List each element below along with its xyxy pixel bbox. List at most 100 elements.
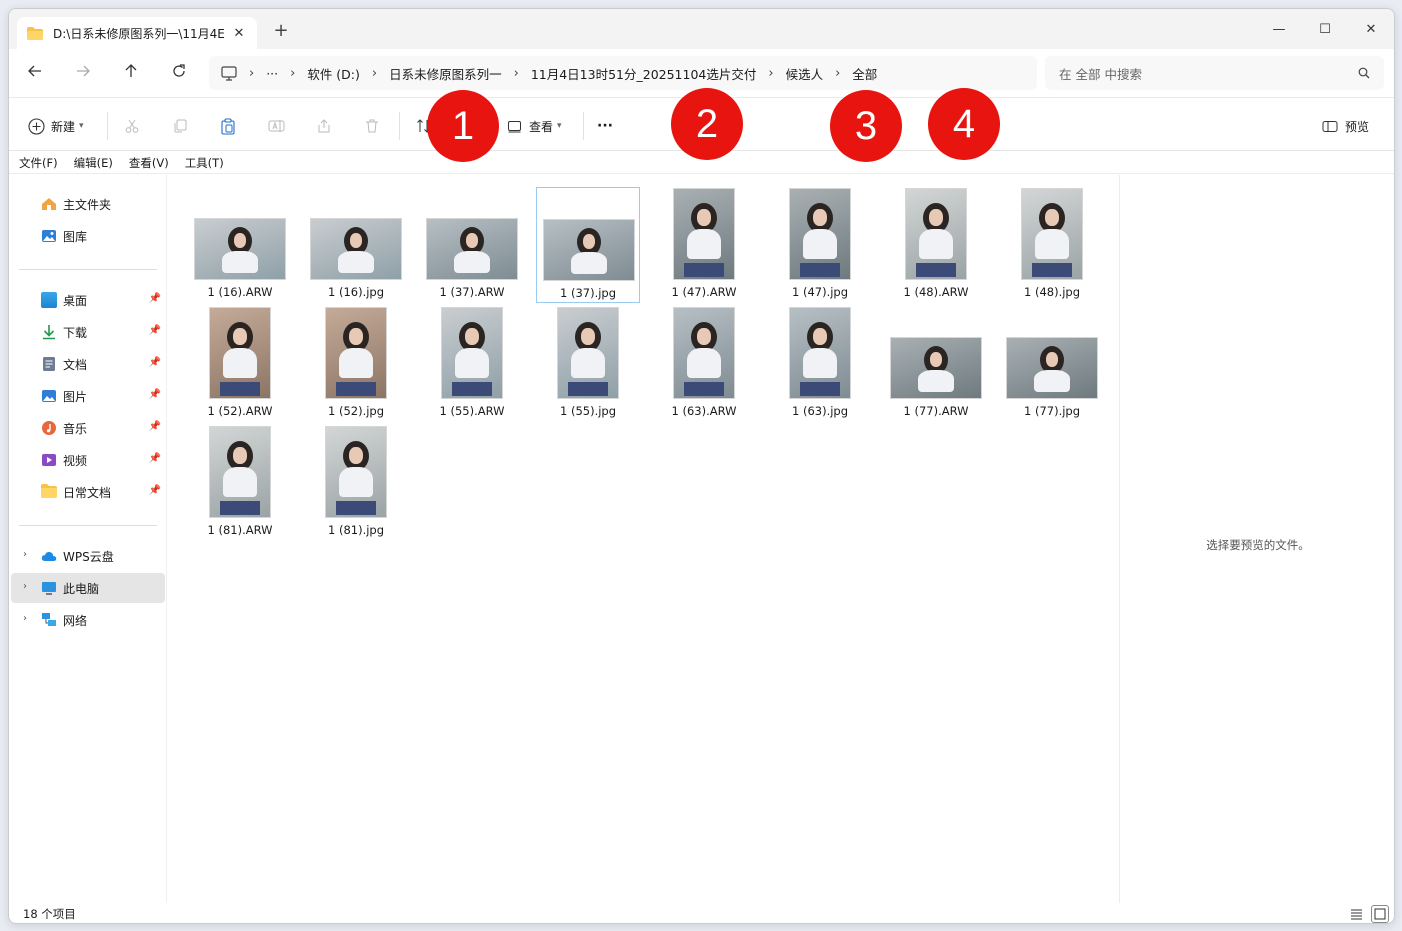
- preview-pane-button[interactable]: 预览: [1321, 116, 1369, 136]
- file-item[interactable]: 1 (52).jpg: [304, 306, 408, 422]
- close-button[interactable]: ✕: [1348, 15, 1394, 43]
- file-item[interactable]: 1 (47).ARW: [652, 187, 756, 303]
- rename-button[interactable]: [267, 116, 291, 136]
- file-item[interactable]: 1 (63).ARW: [652, 306, 756, 422]
- search-box[interactable]: 在 全部 中搜索: [1045, 56, 1384, 90]
- more-options-button[interactable]: ···: [597, 116, 613, 136]
- sidebar-item-label: 主文件夹: [63, 197, 112, 212]
- sidebar-item-home[interactable]: 主文件夹: [11, 189, 165, 219]
- chevron-right-icon[interactable]: ›: [23, 613, 27, 624]
- photo-thumbnail: [326, 427, 386, 517]
- sidebar-item-label: WPS云盘: [63, 549, 114, 564]
- maximize-button[interactable]: ☐: [1302, 15, 1348, 43]
- sidebar-item-wps-cloud[interactable]: › WPS云盘: [11, 541, 165, 571]
- arrow-right-icon: [77, 65, 90, 77]
- sidebar-item-label: 图库: [63, 229, 88, 244]
- file-item[interactable]: 1 (55).ARW: [420, 306, 524, 422]
- file-item[interactable]: 1 (52).ARW: [188, 306, 292, 422]
- refresh-button[interactable]: [167, 63, 191, 83]
- chevron-right-icon[interactable]: ›: [23, 549, 27, 560]
- breadcrumb-drive[interactable]: 软件 (D:): [307, 64, 360, 83]
- menu-view[interactable]: 查看(V): [129, 155, 169, 171]
- folder-tab[interactable]: D:\日系未修原图系列一\11月4E ✕: [17, 17, 257, 49]
- minimize-button[interactable]: —: [1256, 15, 1302, 43]
- breadcrumb-separator: ›: [249, 65, 255, 81]
- new-tab-button[interactable]: +: [271, 22, 291, 40]
- sidebar-item-pictures[interactable]: 图片 📌: [11, 381, 165, 411]
- tab-title: D:\日系未修原图系列一\11月4E: [53, 26, 225, 41]
- file-name: 1 (55).ARW: [439, 404, 505, 418]
- computer-icon: [41, 580, 57, 596]
- file-item[interactable]: 1 (37).jpg: [536, 187, 640, 303]
- tab-close-icon[interactable]: ✕: [231, 26, 247, 41]
- sidebar-item-label: 日常文档: [63, 485, 112, 500]
- file-item[interactable]: 1 (63).jpg: [768, 306, 872, 422]
- computer-icon: [221, 65, 237, 81]
- photo-thumbnail: [558, 308, 618, 398]
- photo-thumbnail: [674, 189, 734, 279]
- menu-file[interactable]: 文件(F): [19, 155, 58, 171]
- search-input[interactable]: 在 全部 中搜索: [1059, 64, 1358, 83]
- sidebar-item-videos[interactable]: 视频 📌: [11, 445, 165, 475]
- file-item[interactable]: 1 (47).jpg: [768, 187, 872, 303]
- file-item[interactable]: 1 (77).ARW: [884, 306, 988, 422]
- rename-icon: [267, 117, 285, 135]
- sidebar-item-gallery[interactable]: 图库: [11, 221, 165, 251]
- file-item[interactable]: 1 (81).ARW: [188, 425, 292, 541]
- photo-thumbnail: [790, 189, 850, 279]
- sidebar-item-daily-docs[interactable]: 日常文档 📌: [11, 477, 165, 507]
- breadcrumb-separator: ›: [768, 65, 774, 81]
- file-name: 1 (47).jpg: [791, 285, 849, 299]
- breadcrumb-current-folder[interactable]: 全部: [852, 64, 877, 83]
- file-item[interactable]: 1 (48).jpg: [1000, 187, 1104, 303]
- thumbnail-view-button[interactable]: [1371, 905, 1389, 923]
- divider: [107, 112, 108, 140]
- divider: [583, 112, 584, 140]
- sidebar-item-this-pc[interactable]: › 此电脑: [11, 573, 165, 603]
- view-button[interactable]: 查看 ▾: [505, 116, 562, 136]
- file-name: 1 (37).ARW: [439, 285, 505, 299]
- breadcrumb-overflow[interactable]: ···: [266, 66, 278, 81]
- new-button[interactable]: 新建 ▾: [27, 116, 84, 136]
- delete-button[interactable]: [363, 116, 387, 136]
- pin-icon: 📌: [148, 325, 161, 336]
- cut-button[interactable]: [123, 116, 147, 136]
- back-button[interactable]: [23, 63, 47, 83]
- video-icon: [41, 452, 57, 468]
- paste-button[interactable]: [219, 116, 243, 136]
- sidebar-item-downloads[interactable]: 下载 📌: [11, 317, 165, 347]
- file-item[interactable]: 1 (77).jpg: [1000, 306, 1104, 422]
- plus-circle-icon: [27, 117, 45, 135]
- pin-icon: 📌: [148, 357, 161, 368]
- menu-edit[interactable]: 编辑(E): [74, 155, 113, 171]
- preview-label: 预览: [1345, 119, 1370, 134]
- sidebar-item-documents[interactable]: 文档 📌: [11, 349, 165, 379]
- sidebar-item-label: 网络: [63, 613, 88, 628]
- up-button[interactable]: [119, 63, 143, 83]
- file-name: 1 (48).ARW: [903, 285, 969, 299]
- address-bar[interactable]: › ··· › 软件 (D:) › 日系未修原图系列一 › 11月4日13时51…: [209, 56, 1037, 90]
- sidebar-item-music[interactable]: 音乐 📌: [11, 413, 165, 443]
- file-name: 1 (81).ARW: [207, 523, 273, 537]
- breadcrumb-date-folder[interactable]: 11月4日13时51分_20251104选片交付: [531, 64, 757, 83]
- file-item[interactable]: 1 (37).ARW: [420, 187, 524, 303]
- details-view-button[interactable]: [1347, 905, 1365, 923]
- file-item[interactable]: 1 (16).jpg: [304, 187, 408, 303]
- sidebar-item-network[interactable]: › 网络: [11, 605, 165, 635]
- sidebar-item-desktop[interactable]: 桌面 📌: [11, 285, 165, 315]
- menu-tools[interactable]: 工具(T): [185, 155, 224, 171]
- breadcrumb-series-folder[interactable]: 日系未修原图系列一: [389, 64, 502, 83]
- file-item[interactable]: 1 (16).ARW: [188, 187, 292, 303]
- file-item[interactable]: 1 (55).jpg: [536, 306, 640, 422]
- file-item[interactable]: 1 (48).ARW: [884, 187, 988, 303]
- share-button[interactable]: [315, 116, 339, 136]
- arrow-left-icon: [28, 65, 41, 77]
- photo-thumbnail: [906, 189, 966, 279]
- file-name: 1 (63).jpg: [791, 404, 849, 418]
- photo-thumbnail: [544, 220, 634, 280]
- copy-button[interactable]: [171, 116, 195, 136]
- breadcrumb-candidates-folder[interactable]: 候选人: [786, 64, 824, 83]
- forward-button[interactable]: [71, 63, 95, 83]
- chevron-right-icon[interactable]: ›: [23, 581, 27, 592]
- file-item[interactable]: 1 (81).jpg: [304, 425, 408, 541]
